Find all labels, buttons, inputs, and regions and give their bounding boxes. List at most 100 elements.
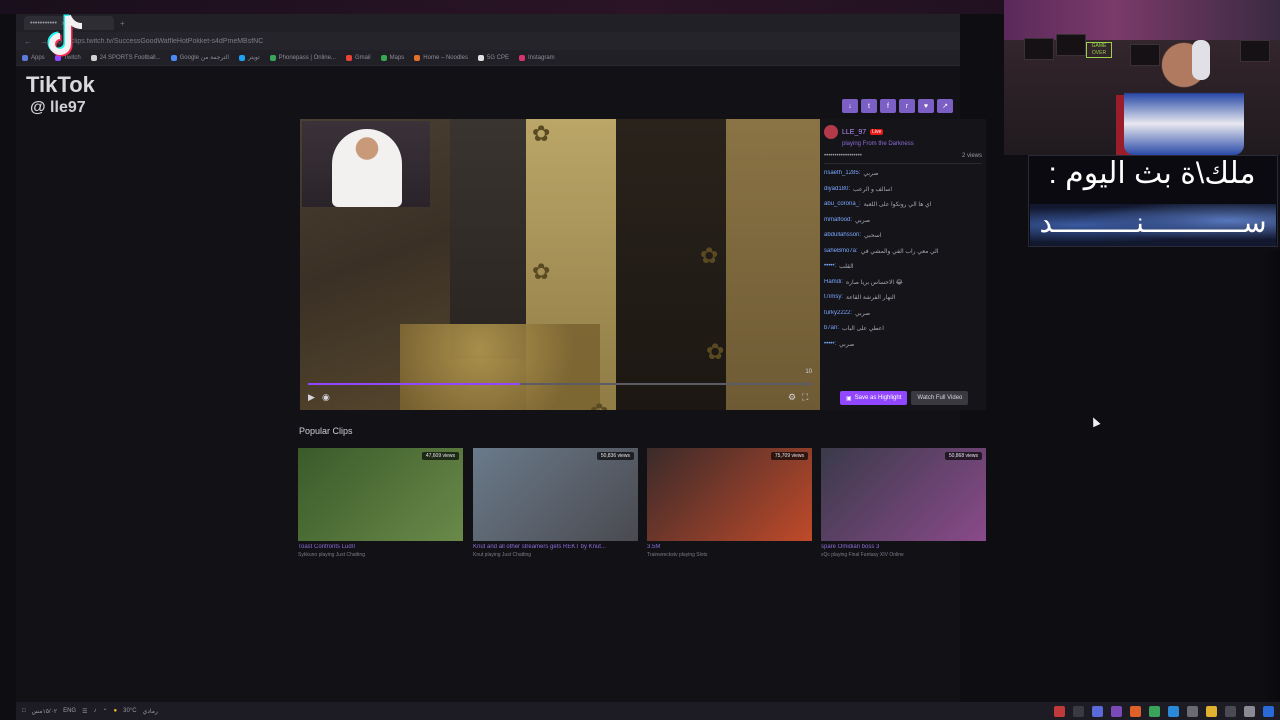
chat-username[interactable]: saheBmo7a: (824, 248, 858, 264)
folder-icon[interactable] (1206, 705, 1217, 717)
network-icon[interactable]: ☰ (82, 708, 87, 715)
app-icon[interactable] (1168, 705, 1179, 717)
wall-poster (1056, 34, 1086, 56)
chat-username[interactable]: abdullahsson: (824, 232, 861, 248)
webcam-person (1124, 30, 1244, 155)
share-icon[interactable]: r (899, 99, 915, 113)
app-icon[interactable] (1111, 705, 1122, 717)
clip-views-badge: 50,836 views (596, 452, 634, 460)
language-indicator[interactable]: ENG (63, 708, 76, 714)
chat-username[interactable]: •••••: (824, 263, 836, 279)
bookmark-item[interactable]: Maps (380, 54, 405, 61)
bookmark-item[interactable]: Gmail (345, 54, 371, 61)
quality-badge: 10 (805, 369, 812, 375)
clip-thumbnail[interactable]: 50,836 views (473, 448, 638, 541)
save-highlight-label: Save as Highlight (854, 395, 902, 401)
watch-full-video-button[interactable]: Watch Full Video (911, 391, 969, 405)
wall-poster (1024, 38, 1054, 60)
tab-strip: ••••••••••• × + (16, 14, 960, 32)
mouse-cursor-icon (1089, 415, 1101, 428)
bookmark-favicon-icon (414, 54, 421, 61)
chat-username[interactable]: turky2222: (824, 310, 852, 326)
bookmark-item[interactable]: Phonepass | Online... (269, 54, 336, 61)
chat-username[interactable]: t7imsy: (824, 294, 843, 310)
share-icon[interactable]: ♥ (918, 99, 934, 113)
url-field[interactable]: clips.twitch.tv/SuccessGoodWaffleHotPokk… (71, 38, 264, 45)
clock-date[interactable]: ١٥/٠٢مس (32, 708, 57, 715)
streamer-name[interactable]: LLE_97 (842, 129, 866, 136)
clip-title[interactable]: Toast Confronts Lud0 (298, 544, 468, 550)
progress-bar[interactable] (308, 383, 812, 385)
chat-username[interactable]: diyad180: (824, 186, 850, 202)
chat-text: النهار الفرشة القاعة (846, 295, 896, 301)
chat-text: اعطي على الباب (842, 326, 884, 332)
bookmark-item[interactable]: Instagram (519, 54, 555, 61)
flower-pattern-icon: ✿ (700, 243, 719, 268)
save-highlight-button[interactable]: ▣ Save as Highlight (840, 391, 908, 405)
flower-pattern-icon: ✿ (532, 259, 551, 284)
chat-username[interactable]: Hamdi: (824, 279, 843, 295)
bookmark-item[interactable]: 5G CPE (477, 54, 509, 61)
app-icon[interactable] (1187, 705, 1198, 717)
bookmark-item[interactable]: Google الترجمة من (170, 54, 229, 61)
bookmark-item[interactable]: 24 SPORTS Football... (90, 54, 161, 61)
share-icon[interactable]: ↓ (842, 99, 858, 113)
address-bar: ← → ↻ clips.twitch.tv/SuccessGoodWaffleH… (16, 32, 960, 50)
chrome-icon[interactable] (1149, 705, 1160, 717)
chat-username[interactable]: abu_corona_: (824, 201, 861, 217)
firefox-icon[interactable] (1130, 705, 1141, 717)
clip-subtitle[interactable]: Sykkuno playing Just Chatting (298, 552, 468, 558)
speaker-icon[interactable]: ♪ (93, 708, 96, 714)
bookmark-label: Maps (389, 54, 405, 61)
clip-subtitle[interactable]: Trainwreckstv playing Slots (647, 552, 817, 558)
share-icon[interactable]: f (880, 99, 896, 113)
search-icon[interactable] (1244, 705, 1255, 717)
fullscreen-icon[interactable]: ⛶ (802, 392, 808, 403)
chat-username[interactable]: •••••: (824, 341, 836, 357)
chat-message: b7ari: اعطي على الباب (824, 325, 982, 341)
clip-thumbnail[interactable]: 75,709 views (647, 448, 812, 541)
chat-message: nsaeth_1285: صربي (824, 170, 982, 186)
start-icon[interactable] (1263, 705, 1274, 717)
share-icon[interactable]: ↗ (937, 99, 953, 113)
playing-label[interactable]: playing From the Darkness (842, 141, 982, 147)
clip-title[interactable]: Knut and all other streamers gets REKT b… (473, 544, 643, 550)
app-icon[interactable] (1054, 705, 1065, 717)
settings-icon[interactable]: ⚙ (788, 392, 796, 403)
chat-username[interactable]: b7ari: (824, 325, 839, 341)
volume-icon[interactable]: ◉ (322, 392, 330, 403)
chevron-up-icon[interactable]: ⌃ (102, 708, 107, 715)
clip-subtitle[interactable]: xQc playing Final Fantasy XIV Online (821, 552, 991, 558)
bookmark-label: 24 SPORTS Football... (99, 54, 161, 61)
clip-thumbnail[interactable]: 50,868 views (821, 448, 986, 541)
clip-title[interactable]: spare Omidian boss 3 (821, 544, 991, 550)
clip-thumbnail[interactable]: 47,609 views (298, 448, 463, 541)
chat-text: اسحبي (864, 233, 882, 239)
back-icon[interactable]: ← (24, 37, 32, 46)
taskbar-apps (1054, 705, 1274, 717)
share-icon[interactable]: t (861, 99, 877, 113)
chat-username[interactable]: nsaeth_1285: (824, 170, 860, 186)
bookmark-favicon-icon (345, 54, 352, 61)
clip-title[interactable]: 3.5M (647, 544, 817, 550)
chat-message: Hamdi: الاحساس بريا صاره 😂 (824, 279, 982, 295)
app-icon[interactable] (1073, 705, 1084, 717)
avatar[interactable] (824, 125, 838, 139)
taskbar: □ ١٥/٠٢مس ENG ☰ ♪ ⌃ ● 30°C رمادي (16, 702, 1280, 720)
app-icon[interactable] (1225, 705, 1236, 717)
notification-icon[interactable]: □ (22, 708, 26, 714)
progress-fill (308, 383, 520, 385)
bookmark-item[interactable]: Home – Noodles (414, 54, 468, 61)
play-icon[interactable]: ▶ (308, 392, 315, 403)
new-tab-button[interactable]: + (120, 19, 125, 28)
chat-username[interactable]: mmalfood: (824, 217, 852, 233)
chat-message: abdullahsson: اسحبي (824, 232, 982, 248)
discord-icon[interactable] (1092, 705, 1103, 717)
bookmark-item[interactable]: تويتر (239, 54, 260, 61)
clip-views-badge: 50,868 views (944, 452, 982, 460)
video-player[interactable]: ✿ ✿ ✿ ✿ ✿ 10 ▶ ◉ ⚙ ⛶ (300, 119, 820, 410)
bookmark-item[interactable]: Apps (22, 54, 45, 61)
wall-poster (1240, 40, 1270, 62)
clip-subtitle[interactable]: Knut playing Just Chatting (473, 552, 643, 558)
flower-pattern-icon: ✿ (590, 399, 608, 410)
